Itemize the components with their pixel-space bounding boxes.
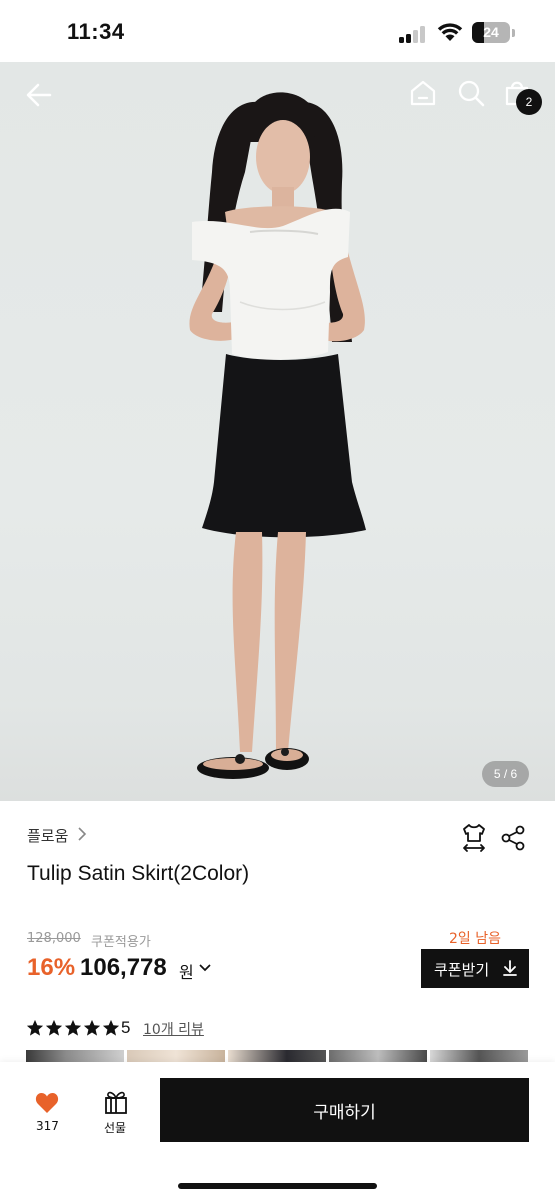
star-icon [83,1019,101,1036]
cart-count-badge: 2 [516,89,542,115]
back-arrow-icon[interactable] [24,80,54,110]
review-count-link[interactable]: 10개 리뷰 [143,1019,204,1039]
share-icon[interactable] [500,825,526,851]
star-icon [64,1019,82,1036]
battery-level: 24 [483,24,499,40]
rating-value: 5 [121,1018,131,1037]
product-image-gallery[interactable] [0,62,555,801]
wifi-icon [437,23,463,41]
cellular-signal-icon [399,25,429,43]
review-photo[interactable] [430,1050,528,1062]
size-guide-icon[interactable] [461,823,487,853]
gift-label: 선물 [104,1121,127,1135]
heart-icon[interactable] [35,1092,59,1114]
home-icon[interactable] [408,78,438,108]
chevron-right-icon[interactable] [76,826,88,842]
status-time: 11:34 [67,19,125,44]
buy-button[interactable]: 구매하기 [160,1078,529,1142]
home-indicator [178,1183,377,1189]
status-bar: 11:34 24 [0,0,555,62]
review-photo[interactable] [127,1050,225,1062]
coupon-time-left: 2일 남음 [449,931,501,947]
gift-icon[interactable] [103,1089,129,1115]
product-title: Tulip Satin Skirt(2Color) [27,862,250,885]
review-photo-strip[interactable] [26,1050,529,1062]
search-icon[interactable] [456,78,486,108]
brand-name[interactable]: 플로움 [27,825,68,846]
original-price: 128,000 [27,931,81,946]
star-icon [26,1019,44,1036]
review-photo[interactable] [26,1050,124,1062]
battery-cap [512,29,515,37]
buy-button-label: 구매하기 [313,1103,376,1123]
gallery-page-indicator: 5 / 6 [482,761,529,787]
review-photo[interactable] [329,1050,427,1062]
currency-label[interactable]: 원 [179,959,194,983]
sale-price: 106,778 [80,954,167,981]
get-coupon-label: 쿠폰받기 [434,961,490,979]
model-photo [189,92,366,779]
discount-rate: 16% [27,954,76,981]
star-icon [45,1019,63,1036]
download-icon [503,960,517,976]
chevron-down-icon[interactable] [198,962,212,974]
review-photo[interactable] [228,1050,326,1062]
get-coupon-button[interactable]: 쿠폰받기 [421,949,529,988]
rating-stars [26,1019,120,1037]
like-count: 317 [36,1119,59,1133]
star-icon [102,1019,120,1036]
battery-icon: 24 [472,22,510,43]
coupon-price-note: 쿠폰적용가 [91,935,151,950]
